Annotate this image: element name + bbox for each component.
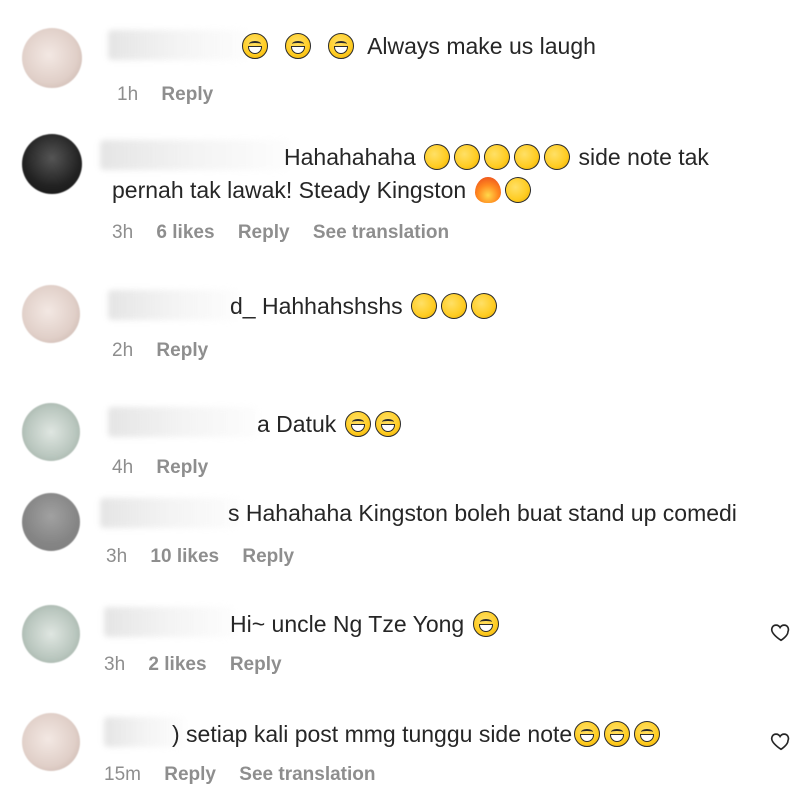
reply-button[interactable]: Reply bbox=[230, 654, 282, 675]
comment-text: a Datuk bbox=[257, 408, 403, 440]
comment-text: Hi~ uncle Ng Tze Yong bbox=[230, 608, 501, 640]
timestamp: 4h bbox=[112, 457, 134, 478]
comment-body: s Hahahaha Kingston boleh buat stand up … bbox=[228, 500, 737, 526]
comment-text: s Hahahaha Kingston boleh buat stand up … bbox=[228, 497, 737, 529]
likes-count[interactable]: 6 likes bbox=[156, 222, 214, 243]
comment-text: d_ Hahhahshshs bbox=[230, 288, 502, 324]
timestamp: 3h bbox=[106, 546, 128, 567]
laugh-emoji-icon bbox=[634, 721, 661, 747]
comment-meta: 2h Reply bbox=[112, 340, 226, 362]
see-translation-button[interactable]: See translation bbox=[313, 222, 449, 243]
username-blurred[interactable] bbox=[100, 498, 240, 528]
comment-body: d_ Hahhahshshs bbox=[230, 293, 403, 319]
comment-body: Hi~ uncle Ng Tze Yong bbox=[230, 611, 465, 637]
laugh-emoji-icon bbox=[574, 721, 601, 747]
reply-button[interactable]: Reply bbox=[238, 222, 290, 243]
rofl-emoji-icon bbox=[406, 288, 442, 324]
avatar[interactable] bbox=[22, 605, 80, 663]
avatar[interactable] bbox=[22, 713, 80, 771]
rofl-emoji-icon bbox=[419, 139, 455, 175]
comment-body: Always make us laugh bbox=[367, 33, 596, 59]
comment-body: ) setiap kali post mmg tunggu side note bbox=[172, 721, 573, 747]
timestamp: 15m bbox=[104, 764, 141, 785]
laugh-emoji-icon bbox=[242, 33, 268, 59]
laugh-emoji-icon bbox=[284, 33, 311, 59]
comment-text-line2: pernah tak lawak! Steady Kingston bbox=[112, 172, 535, 208]
comment-text: Always make us laugh bbox=[240, 30, 596, 62]
username-blurred[interactable] bbox=[108, 290, 238, 320]
laugh-emoji-icon bbox=[374, 411, 401, 437]
comment-body-cont: side note tak bbox=[578, 144, 709, 170]
reply-button[interactable]: Reply bbox=[156, 340, 208, 361]
timestamp: 3h bbox=[112, 222, 134, 243]
reply-button[interactable]: Reply bbox=[164, 764, 216, 785]
comment-meta: 4h Reply bbox=[112, 457, 226, 479]
username-blurred[interactable] bbox=[104, 607, 234, 637]
username-blurred[interactable] bbox=[108, 407, 258, 437]
rofl-emoji-icon bbox=[449, 139, 485, 175]
rofl-emoji-icon bbox=[466, 288, 502, 324]
comment-text: Hahahahaha side note tak bbox=[284, 139, 709, 175]
comment-meta: 1h Reply bbox=[117, 84, 231, 106]
laugh-emoji-icon bbox=[604, 721, 631, 747]
laugh-emoji-icon bbox=[344, 411, 371, 437]
timestamp: 2h bbox=[112, 340, 134, 361]
laugh-emoji-icon bbox=[327, 33, 354, 59]
likes-count[interactable]: 10 likes bbox=[150, 546, 219, 567]
comment-meta: 15m Reply See translation bbox=[104, 764, 394, 786]
rofl-emoji-icon bbox=[500, 172, 535, 208]
heart-outline-icon[interactable] bbox=[770, 621, 792, 643]
timestamp: 3h bbox=[104, 654, 126, 675]
comment-body: Hahahahaha bbox=[284, 144, 416, 170]
laugh-emoji-icon bbox=[472, 611, 499, 637]
reply-button[interactable]: Reply bbox=[161, 84, 213, 105]
rofl-emoji-icon bbox=[509, 139, 545, 175]
avatar[interactable] bbox=[22, 28, 82, 88]
comment-meta: 3h 6 likes Reply See translation bbox=[112, 222, 467, 244]
rofl-emoji-icon bbox=[436, 288, 472, 324]
reply-button[interactable]: Reply bbox=[156, 457, 208, 478]
comment-body: a Datuk bbox=[257, 411, 337, 437]
heart-outline-icon[interactable] bbox=[770, 730, 792, 752]
comment-meta: 3h 10 likes Reply bbox=[106, 546, 312, 568]
comment-body-line2: pernah tak lawak! Steady Kingston bbox=[112, 177, 467, 203]
avatar[interactable] bbox=[22, 493, 80, 551]
username-blurred[interactable] bbox=[108, 30, 248, 60]
see-translation-button[interactable]: See translation bbox=[239, 764, 375, 785]
reply-button[interactable]: Reply bbox=[242, 546, 294, 567]
fire-emoji-icon bbox=[474, 177, 501, 203]
avatar[interactable] bbox=[22, 285, 80, 343]
rofl-emoji-icon bbox=[479, 139, 515, 175]
avatar[interactable] bbox=[22, 403, 80, 461]
timestamp: 1h bbox=[117, 84, 139, 105]
comment-meta: 3h 2 likes Reply bbox=[104, 654, 300, 676]
likes-count[interactable]: 2 likes bbox=[148, 654, 206, 675]
avatar[interactable] bbox=[22, 134, 82, 194]
comment-text: ) setiap kali post mmg tunggu side note bbox=[172, 718, 662, 750]
username-blurred[interactable] bbox=[100, 140, 290, 170]
rofl-emoji-icon bbox=[539, 139, 575, 175]
